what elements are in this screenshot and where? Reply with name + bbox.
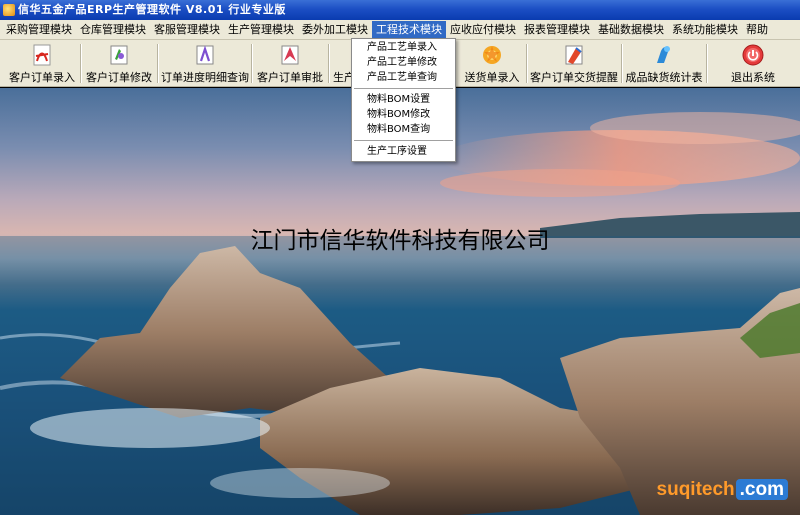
watermark-suffix: .com xyxy=(735,479,788,500)
menu-customer-service[interactable]: 客服管理模块 xyxy=(150,21,224,39)
production-button[interactable]: 生产 xyxy=(333,42,353,85)
dropdown-item-bom-edit[interactable]: 物料BOM修改 xyxy=(352,107,455,122)
engineering-dropdown-menu: 产品工艺单录入 产品工艺单修改 产品工艺单查询 物料BOM设置 物料BOM修改 … xyxy=(351,38,456,162)
menu-production[interactable]: 生产管理模块 xyxy=(224,21,298,39)
watermark-main: suqitech xyxy=(656,479,735,500)
menu-basic-data[interactable]: 基础数据模块 xyxy=(594,21,668,39)
exit-system-button[interactable]: 退出系统 xyxy=(725,42,781,85)
delivery-reminder-button[interactable]: 客户订单交货提醒 xyxy=(530,42,618,85)
order-edit-button[interactable]: 客户订单修改 xyxy=(85,42,153,85)
stock-shortage-report-label: 成品缺货统计表 xyxy=(625,71,703,84)
edit-doc-icon xyxy=(110,45,128,65)
delivery-icon xyxy=(483,46,501,64)
toolbar-separator xyxy=(251,44,253,83)
site-watermark: suqitech .com xyxy=(657,479,788,501)
app-icon xyxy=(3,4,15,16)
toolbar-separator xyxy=(526,44,528,83)
window-titlebar: 信华五金产品ERP生产管理软件 V8.01 行业专业版 xyxy=(0,0,800,20)
dropdown-item-bom-setup[interactable]: 物料BOM设置 xyxy=(352,92,455,107)
menu-outsourcing[interactable]: 委外加工模块 xyxy=(298,21,372,39)
menu-bar: 采购管理模块 仓库管理模块 客服管理模块 生产管理模块 委外加工模块 工程技术模… xyxy=(0,20,800,40)
order-progress-query-button[interactable]: 订单进度明细查询 xyxy=(161,42,249,85)
production-label: 生产 xyxy=(333,71,353,84)
stock-shortage-report-button[interactable]: 成品缺货统计表 xyxy=(625,42,703,85)
toolbar-separator xyxy=(157,44,159,83)
menu-receivable-payable[interactable]: 应收应付模块 xyxy=(446,21,520,39)
menu-purchase[interactable]: 采购管理模块 xyxy=(2,21,76,39)
dropdown-item-process-sheet-edit[interactable]: 产品工艺单修改 xyxy=(352,55,455,70)
menu-engineering[interactable]: 工程技术模块 xyxy=(372,20,446,39)
dropdown-item-process-sheet-entry[interactable]: 产品工艺单录入 xyxy=(352,40,455,55)
menu-system[interactable]: 系统功能模块 xyxy=(668,21,742,39)
delivery-entry-button[interactable]: 送货单录入 xyxy=(462,42,522,85)
toolbar-separator xyxy=(621,44,623,83)
order-entry-label: 客户订单录入 xyxy=(9,71,75,84)
order-approve-button[interactable]: 客户订单审批 xyxy=(256,42,324,85)
approve-icon xyxy=(281,45,299,65)
menu-help[interactable]: 帮助 xyxy=(742,21,772,39)
search-doc-icon xyxy=(196,45,214,65)
order-entry-button[interactable]: 客户订单录入 xyxy=(8,42,76,85)
dropdown-separator xyxy=(352,85,455,92)
dropdown-item-bom-query[interactable]: 物料BOM查询 xyxy=(352,122,455,137)
menu-warehouse[interactable]: 仓库管理模块 xyxy=(76,21,150,39)
toolbar-separator xyxy=(706,44,708,83)
menu-reports[interactable]: 报表管理模块 xyxy=(520,21,594,39)
dropdown-separator xyxy=(352,137,455,144)
company-name: 江门市信华软件科技有限公司 xyxy=(250,228,550,254)
order-approve-label: 客户订单审批 xyxy=(257,71,323,84)
dropdown-item-process-sheet-query[interactable]: 产品工艺单查询 xyxy=(352,70,455,85)
toolbar-separator xyxy=(328,44,330,83)
reminder-icon xyxy=(565,45,583,65)
delivery-reminder-label: 客户订单交货提醒 xyxy=(530,71,618,84)
order-progress-query-label: 订单进度明细查询 xyxy=(161,71,249,84)
window-title: 信华五金产品ERP生产管理软件 V8.01 行业专业版 xyxy=(18,3,286,16)
exit-system-label: 退出系统 xyxy=(731,71,775,84)
order-edit-label: 客户订单修改 xyxy=(86,71,152,84)
delivery-entry-label: 送货单录入 xyxy=(464,71,520,84)
toolbar-separator xyxy=(80,44,82,83)
stats-icon xyxy=(657,46,670,63)
power-icon xyxy=(742,44,764,66)
dropdown-item-process-setup[interactable]: 生产工序设置 xyxy=(352,144,455,159)
pdf-icon xyxy=(33,44,51,66)
